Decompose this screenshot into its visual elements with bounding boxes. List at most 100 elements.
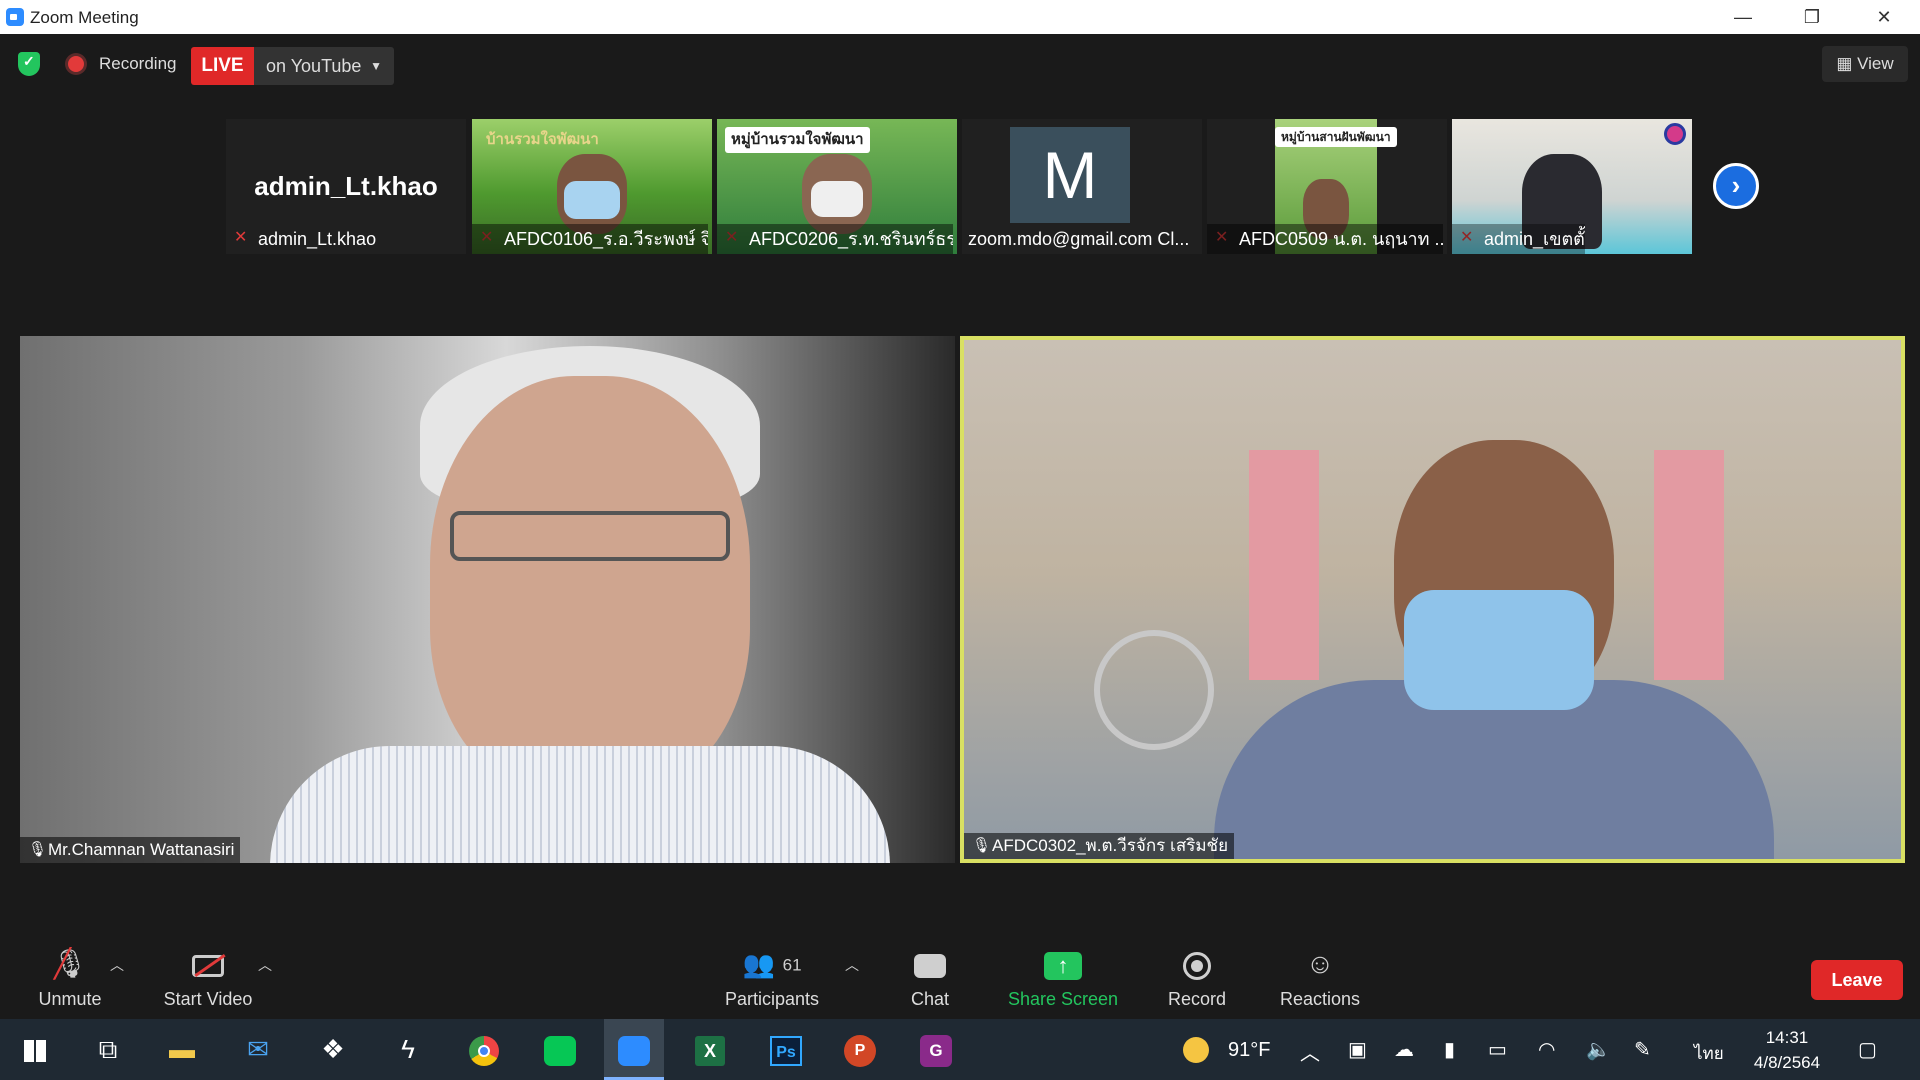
temperature[interactable]: 91°F [1228,1039,1270,1062]
reactions-button[interactable]: ☺ Reactions [1270,944,1370,1010]
stream-target-label: on YouTube [266,56,362,76]
background-banner: หมู่บ้านรวมใจพัฒนา [725,127,870,153]
leave-button[interactable]: Leave [1811,960,1903,1000]
participant-thumbnail[interactable]: ✕ admin_เขตตั้ [1452,119,1692,254]
unmute-button[interactable]: 🎙 ╱ Unmute [30,944,110,1010]
clock-date: 4/8/2564 [1753,1053,1821,1072]
video-name-label: 🎙 Mr.Chamnan Wattanasiri [20,837,241,863]
view-label: View [1857,54,1894,73]
participant-thumbnail[interactable]: หมู่บ้านรวมใจพัฒนา ✕ AFDC0206_ร.ท.ชรินทร… [717,119,957,254]
electric-fan [1094,630,1214,750]
task-view-icon[interactable]: ⧉ [78,1019,138,1080]
record-button[interactable]: Record [1160,944,1234,1010]
powerpoint-icon[interactable]: P [830,1019,890,1080]
face-mask [564,181,620,219]
participant-name: AFDC0302_พ.ต.วีรจักร เสริมชัย [992,836,1229,855]
window-title: Zoom Meeting [30,8,139,27]
chrome-icon[interactable] [454,1019,514,1080]
participant-name: AFDC0509 น.ต. นฤนาท ... [1207,224,1443,254]
live-badge[interactable]: LIVE [191,47,254,85]
record-icon [1160,944,1234,984]
participant-name: admin_เขตตั้ [1452,224,1585,254]
show-hidden-icons-chevron-up-icon[interactable]: ︿ [1300,1037,1320,1066]
close-button[interactable]: ✕ [1856,0,1912,34]
meet-now-icon[interactable]: ▣ [1348,1037,1367,1062]
zoom-logo-icon [6,8,24,26]
participant-thumbnail[interactable]: admin_Lt.khao ✕ admin_Lt.khao [226,119,466,254]
dropbox-icon[interactable]: ❖ [303,1019,363,1080]
pdf-app-icon[interactable]: G [906,1019,966,1080]
mic-muted-icon: 🎙 ╱ [52,948,88,979]
view-button[interactable]: ▦ View [1822,46,1908,82]
participants-icon: 👥 61 [742,949,802,979]
mail-icon[interactable]: ✉ [228,1019,288,1080]
background-banner: หมู่บ้านสานฝันพัฒนา [1275,127,1397,147]
minimize-button[interactable]: — [1715,0,1771,34]
input-language[interactable]: ไทย [1694,1040,1724,1067]
participant-display-name: admin_Lt.khao [254,171,438,201]
participant-name: AFDC0206_ร.ท.ชรินทร์ธร... [717,224,953,254]
next-page-button[interactable]: › [1713,163,1759,209]
excel-icon[interactable]: X [680,1019,740,1080]
live-stream-dropdown[interactable]: on YouTube ▼ [254,47,394,85]
smiley-plus-icon: ☺ [1305,948,1335,979]
start-video-button[interactable]: Start Video [158,944,258,1010]
photoshop-icon[interactable]: Ps [756,1019,816,1080]
participant-name: Mr.Chamnan Wattanasiri [48,840,235,859]
volume-icon[interactable]: 🔈 [1586,1037,1611,1062]
participants-count: 61 [782,955,802,975]
mic-icon: 🎙 [972,837,992,854]
app-bolt-icon[interactable]: ϟ [378,1019,438,1080]
restore-button[interactable]: ❐ [1784,0,1840,34]
encryption-shield-icon[interactable] [18,52,40,76]
zoom-taskbar-icon[interactable] [604,1019,664,1080]
video-tile-left[interactable]: 🎙 Mr.Chamnan Wattanasiri [20,336,955,863]
participant-thumbnail[interactable]: บ้านรวมใจพัฒนา ✕ AFDC0106_ร.อ.วีระพงษ์ จ… [472,119,712,254]
line-icon[interactable] [530,1019,590,1080]
unmute-label: Unmute [38,989,102,1009]
recording-label[interactable]: Recording [99,54,177,74]
video-tile-right-active-speaker[interactable]: 🎙 AFDC0302_พ.ต.วีรจักร เสริมชัย [960,336,1905,863]
chevron-right-icon: › [1731,170,1741,200]
participant-thumbnail[interactable]: M zoom.mdo@gmail.com Cl... [962,119,1202,254]
video-options-chevron-up-icon[interactable]: ︿ [258,955,272,975]
wifi-icon[interactable]: ◠ [1538,1037,1555,1062]
curtain [1249,450,1319,680]
record-label: Record [1167,989,1227,1009]
chat-bubble-icon [895,944,965,984]
windows-start-icon[interactable] [5,1019,65,1080]
participant-name: AFDC0106_ร.อ.วีระพงษ์ จิ... [472,224,708,254]
onedrive-cloud-icon[interactable]: ☁ [1394,1037,1414,1062]
share-screen-button[interactable]: ↑ Share Screen [1003,944,1123,1010]
background-banner: บ้านรวมใจพัฒนา [486,131,599,148]
participants-chevron-up-icon[interactable]: ︿ [845,955,859,975]
audio-options-chevron-up-icon[interactable]: ︿ [110,955,124,975]
grid-icon: ▦ [1836,54,1858,73]
weather-icon[interactable] [1183,1037,1209,1063]
mic-icon: 🎙 [28,841,48,858]
start-video-label: Start Video [163,989,253,1009]
face-mask [811,181,863,217]
participants-label: Participants [724,989,820,1009]
video-off-icon [158,944,258,984]
title-bar: Zoom Meeting — ❐ ✕ [0,0,1920,34]
chevron-down-icon: ▼ [370,59,382,73]
share-screen-icon: ↑ [1003,944,1123,984]
microphone-icon[interactable]: ▮ [1444,1037,1455,1062]
glasses [450,511,730,561]
participant-name: admin_Lt.khao [258,229,377,249]
participant-face [430,376,750,796]
participants-button[interactable]: 👥 61 Participants [716,944,828,1010]
video-name-label: 🎙 AFDC0302_พ.ต.วีรจักร เสริมชัย [964,833,1235,859]
share-screen-label: Share Screen [1007,989,1119,1009]
participant-thumbnail[interactable]: หมู่บ้านสานฝันพัฒนา ✕ AFDC0509 น.ต. นฤนา… [1207,119,1447,254]
notification-center-icon[interactable]: ▢ [1858,1037,1877,1062]
pen-icon[interactable]: ✎ [1634,1037,1651,1062]
taskbar-clock[interactable]: 14:31 4/8/2564 [1744,1025,1830,1075]
face-mask [1404,590,1594,710]
avatar: M [1010,127,1130,223]
file-explorer-icon[interactable]: ▬ [152,1019,212,1080]
chat-button[interactable]: Chat [895,944,965,1010]
recording-dot-icon [68,56,84,72]
battery-icon[interactable]: ▭ [1488,1037,1507,1062]
